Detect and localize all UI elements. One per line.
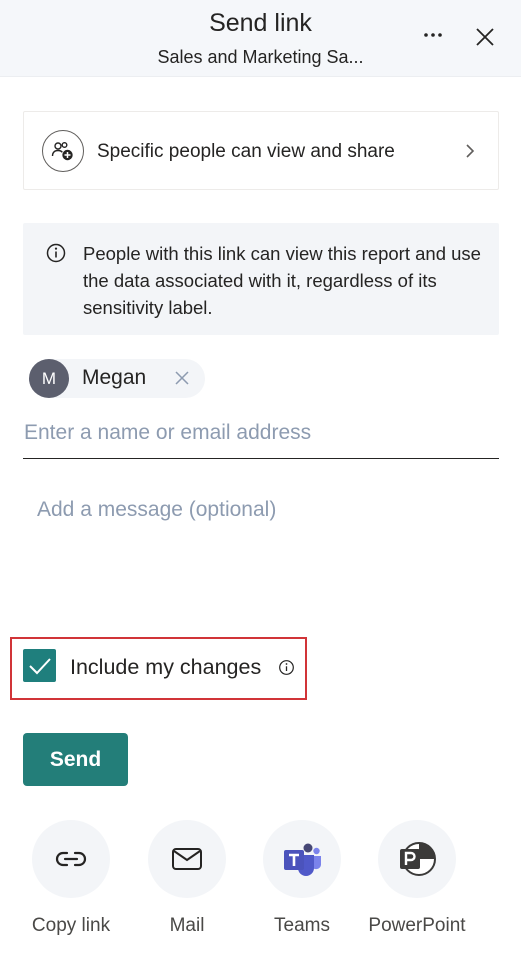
message-input[interactable] [23,488,499,598]
powerpoint-icon [400,842,436,876]
teams-option[interactable]: Teams [237,820,367,950]
copy-link-label: Copy link [31,915,111,936]
powerpoint-option[interactable]: PowerPoint [352,820,482,950]
info-icon [46,243,66,263]
report-name: Sales and Marketing Sa... [157,47,364,67]
include-changes-label: Include my changes [70,655,262,679]
teams-button[interactable] [263,820,341,898]
permission-icon-circle [42,130,84,172]
copy-link-option[interactable]: Copy link [6,820,136,950]
people-add-icon [51,142,73,161]
recipient-name: Megan [82,366,147,389]
powerpoint-button[interactable] [378,820,456,898]
close-button[interactable] [470,22,500,52]
info-icon[interactable] [278,659,295,676]
more-options-button[interactable] [418,20,448,50]
recipient-chip: M Megan [29,359,205,398]
teams-label: Teams [274,915,330,936]
info-text: People with this link can view this repo… [83,243,481,318]
more-horizontal-icon [424,33,442,37]
teams-icon [284,843,321,876]
mail-label: Mail [169,915,205,936]
recipient-email-input[interactable] [23,414,499,459]
copy-link-button[interactable] [32,820,110,898]
send-button[interactable]: Send [23,733,128,786]
mail-button[interactable] [148,820,226,898]
powerpoint-label: PowerPoint [368,915,466,936]
sensitivity-info-banner: People with this link can view this repo… [23,223,499,335]
chevron-right-icon [466,144,475,158]
include-changes-checkbox[interactable] [23,649,56,682]
link-icon [55,851,87,867]
dismiss-icon[interactable] [173,369,191,387]
mail-option[interactable]: Mail [122,820,252,950]
permission-label: Specific people can view and share [97,141,395,162]
mail-icon [172,848,202,870]
checkmark-icon [28,657,51,674]
close-icon [476,28,494,46]
link-permission-selector[interactable]: Specific people can view and share [23,111,499,190]
dialog-header: Send link Sales and Marketing Sa... [0,0,521,77]
avatar: M [29,359,69,398]
